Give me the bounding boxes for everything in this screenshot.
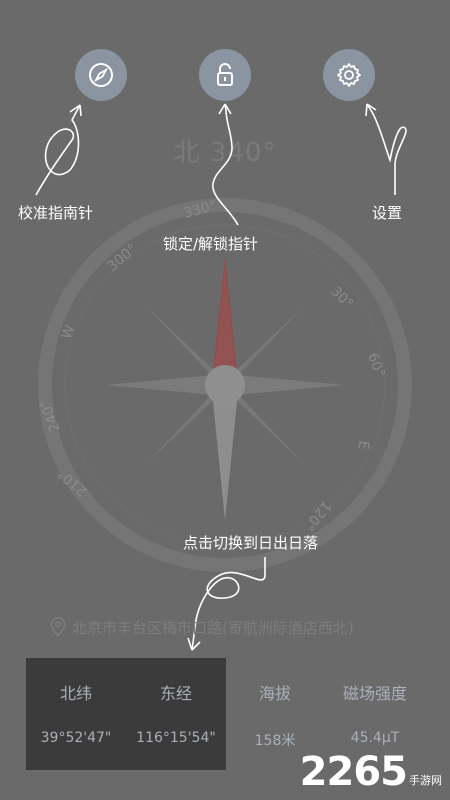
magnetic-value: 45.4μT [350, 730, 400, 746]
location-label: 北京市丰台区梅市口路(寄航洲际酒店西北) [48, 616, 354, 638]
watermark-main: 2265 [299, 749, 408, 795]
latitude-label: 北纬 [59, 684, 92, 703]
altitude-value: 158米 [254, 733, 296, 749]
watermark: 2265 手游网 [300, 752, 442, 792]
settings-hint: 设置 [372, 204, 403, 222]
latitude-cell: 北纬 39°52'47" [26, 680, 126, 746]
longitude-cell: 东经 116°15'54" [126, 680, 226, 746]
magnetic-cell: 磁场强度 45.4μT [325, 680, 425, 746]
longitude-value: 116°15'54" [136, 730, 216, 746]
lock-hint: 锁定/解锁指针 [163, 235, 259, 253]
calibrate-hint: 校准指南针 [18, 204, 94, 222]
longitude-label: 东经 [159, 684, 192, 703]
location-text: 北京市丰台区梅市口路(寄航洲际酒店西北) [72, 618, 354, 637]
altitude-label: 海拔 [258, 684, 291, 703]
latitude-value: 39°52'47" [40, 730, 112, 746]
altitude-cell: 海拔 158米 [225, 680, 325, 750]
watermark-sub: 手游网 [409, 774, 442, 787]
switch-hint: 点击切换到日出日落 [183, 534, 319, 552]
location-pin-icon [50, 617, 66, 637]
magnetic-label: 磁场强度 [342, 684, 407, 703]
